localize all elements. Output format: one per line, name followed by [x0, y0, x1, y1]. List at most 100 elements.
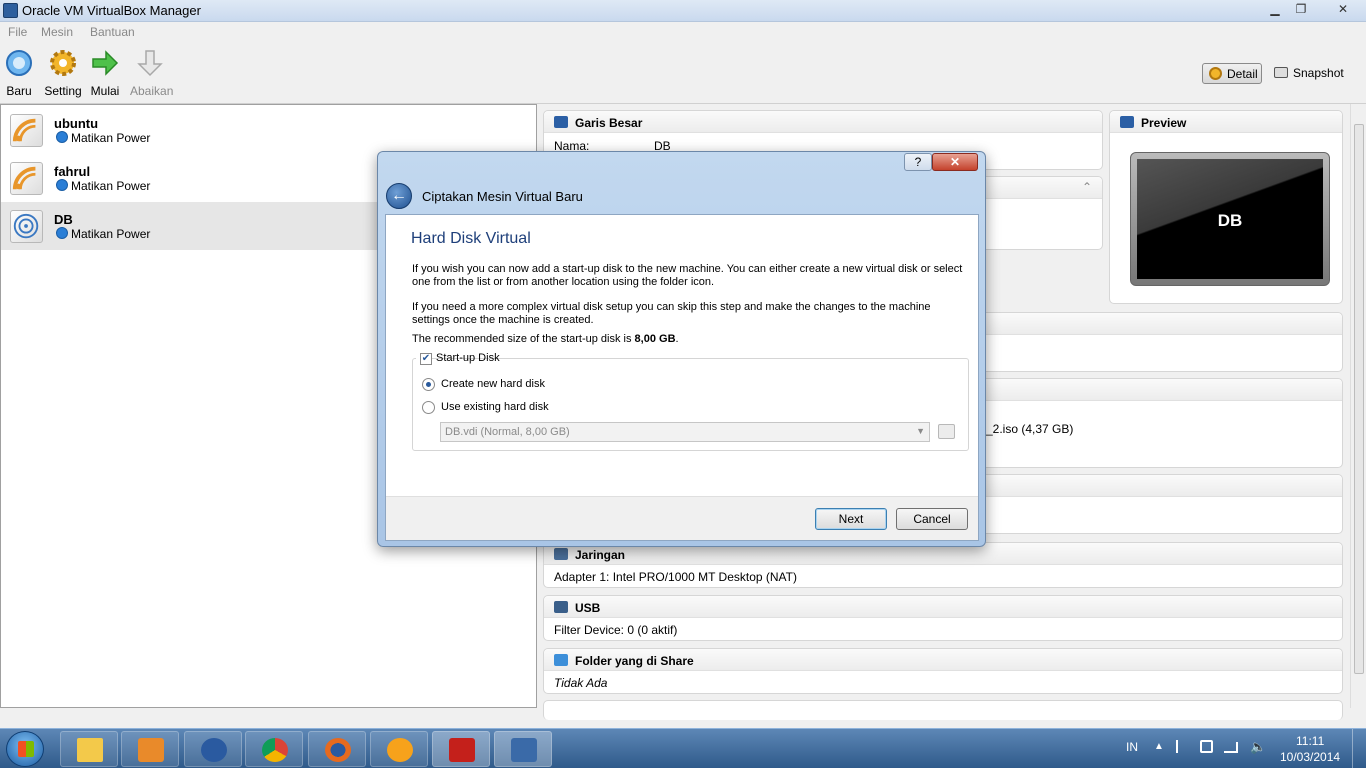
- shared-value: Tidak Ada: [554, 676, 608, 690]
- wizard-button-bar: Next Cancel: [386, 496, 978, 540]
- existing-disk-select[interactable]: DB.vdi (Normal, 8,00 GB) ▼: [440, 422, 930, 442]
- taskbar-explorer[interactable]: [60, 731, 118, 767]
- back-arrow-icon[interactable]: ←: [386, 183, 412, 209]
- vm-list-item[interactable]: ubuntu Matikan Power: [1, 106, 536, 154]
- taskbar-virtualbox[interactable]: [494, 731, 552, 767]
- taskbar-media-player[interactable]: [121, 731, 179, 767]
- next-button[interactable]: Next: [815, 508, 887, 530]
- wizard-heading: Hard Disk Virtual: [411, 230, 531, 247]
- window-title: Oracle VM VirtualBox Manager: [22, 3, 201, 18]
- description-pane: [543, 700, 1343, 720]
- detail-toggle-button[interactable]: Detail: [1202, 63, 1262, 84]
- shared-folders-pane: Folder yang di Share Tidak Ada: [543, 648, 1343, 694]
- preview-screen: DB: [1137, 159, 1323, 279]
- use-existing-disk-radio[interactable]: [422, 401, 435, 414]
- existing-disk-select-value: DB.vdi (Normal, 8,00 GB): [445, 426, 570, 438]
- minimize-button[interactable]: ▁: [1262, 1, 1288, 18]
- vm-os-icon: [10, 210, 43, 243]
- recommended-size-prefix: The recommended size of the start-up dis…: [412, 333, 635, 345]
- volume-icon[interactable]: 🔈: [1250, 739, 1266, 755]
- storage-iso-value: _2.iso (4,37 GB): [986, 422, 1074, 436]
- network-icon: [554, 548, 568, 560]
- vm-os-icon: [10, 162, 43, 195]
- acrobat-icon: [449, 738, 475, 762]
- use-existing-disk-option[interactable]: Use existing hard disk: [422, 400, 622, 416]
- clock-time[interactable]: 11:11: [1296, 734, 1324, 748]
- recommended-size-value: 8,00 GB: [634, 333, 676, 345]
- create-new-disk-option[interactable]: Create new hard disk: [422, 377, 622, 393]
- title-bar: Oracle VM VirtualBox Manager ▁ ❐ ✕: [0, 0, 1366, 22]
- snapshot-toggle-button[interactable]: Snapshot: [1274, 66, 1344, 84]
- taskbar-app[interactable]: [184, 731, 242, 767]
- gear-icon: [50, 50, 76, 76]
- recommended-size-suffix: .: [675, 333, 679, 345]
- intro-paragraph: If you wish you can now add a start-up d…: [412, 263, 963, 288]
- folder-browse-icon[interactable]: [938, 424, 955, 439]
- clock-date[interactable]: 10/03/2014: [1280, 750, 1340, 764]
- maximize-button[interactable]: ❐: [1288, 1, 1314, 18]
- menu-bantuan[interactable]: Bantuan: [90, 25, 135, 39]
- network-signal-icon[interactable]: [1224, 742, 1238, 753]
- advice-paragraph: If you need a more complex virtual disk …: [412, 301, 931, 326]
- toolbar: Baru Setting Mulai Abaikan Detail Snapsh…: [0, 42, 1366, 104]
- vm-name: ubuntu: [54, 116, 99, 131]
- help-icon: ?: [914, 155, 922, 169]
- taskbar-vlc[interactable]: [370, 731, 428, 767]
- close-window-button[interactable]: ✕: [1326, 1, 1360, 18]
- help-button[interactable]: ?: [904, 153, 932, 171]
- snapshot-label: Snapshot: [1293, 66, 1344, 80]
- create-new-disk-label: Create new hard disk: [441, 378, 545, 390]
- start-label: Mulai: [90, 84, 120, 98]
- start-button[interactable]: [6, 731, 44, 767]
- discard-label: Abaikan: [130, 84, 174, 98]
- create-new-disk-radio[interactable]: [422, 378, 435, 391]
- network-value: Adapter 1: Intel PRO/1000 MT Desktop (NA…: [554, 570, 797, 584]
- settings-label: Setting: [44, 84, 82, 98]
- show-desktop-button[interactable]: [1352, 729, 1366, 768]
- monitor-icon: [554, 116, 568, 128]
- cancel-button[interactable]: Cancel: [896, 508, 968, 530]
- new-vm-label: Baru: [6, 84, 32, 98]
- usb-pane: USB Filter Device: 0 (0 aktif): [543, 595, 1343, 641]
- taskbar-acrobat[interactable]: [432, 731, 490, 767]
- vm-name: fahrul: [54, 164, 91, 179]
- settings-button[interactable]: Setting: [44, 48, 82, 98]
- dialog-title: Ciptakan Mesin Virtual Baru: [422, 189, 583, 204]
- preview-frame: DB: [1130, 152, 1330, 286]
- app-icon: [201, 738, 227, 762]
- usb-device-icon[interactable]: [1200, 740, 1213, 753]
- show-hidden-icons-icon[interactable]: ▲: [1154, 741, 1164, 752]
- preview-pane: Preview DB: [1109, 110, 1343, 304]
- collapse-icon[interactable]: ⌃: [1082, 180, 1092, 194]
- menu-file[interactable]: File: [8, 25, 27, 39]
- vm-name: DB: [54, 212, 73, 227]
- start-button[interactable]: Mulai: [90, 48, 120, 98]
- new-vm-icon: [6, 50, 32, 76]
- media-player-icon: [138, 738, 164, 762]
- shared-title: Folder yang di Share: [575, 654, 694, 668]
- action-center-flag-icon[interactable]: [1176, 740, 1188, 753]
- vm-os-icon: [10, 114, 43, 147]
- startup-disk-checkbox[interactable]: ✔: [420, 353, 432, 365]
- taskbar-firefox[interactable]: [308, 731, 366, 767]
- taskbar-chrome[interactable]: [245, 731, 303, 767]
- vm-state: Matikan Power: [71, 227, 151, 241]
- vm-state: Matikan Power: [71, 131, 151, 145]
- chrome-icon: [262, 738, 288, 762]
- discard-arrow-icon: [137, 50, 163, 77]
- usb-value: Filter Device: 0 (0 aktif): [554, 623, 678, 637]
- scrollbar-thumb[interactable]: [1354, 124, 1364, 674]
- windows-logo-icon: [18, 741, 34, 757]
- taskbar: IN ▲ 🔈 11:11 10/03/2014: [0, 728, 1366, 768]
- details-scrollbar[interactable]: [1350, 104, 1366, 708]
- menu-mesin[interactable]: Mesin: [41, 25, 73, 39]
- chevron-down-icon: ▼: [916, 426, 925, 436]
- language-indicator[interactable]: IN: [1126, 740, 1138, 754]
- new-vm-button[interactable]: Baru: [4, 48, 34, 98]
- power-off-icon: [56, 179, 68, 191]
- folder-icon: [554, 654, 568, 666]
- network-pane: Jaringan Adapter 1: Intel PRO/1000 MT De…: [543, 542, 1343, 588]
- close-dialog-button[interactable]: ✕: [932, 153, 978, 171]
- discard-button[interactable]: Abaikan: [130, 48, 174, 98]
- startup-disk-checkbox-row[interactable]: ✔ Start-up Disk: [416, 351, 500, 367]
